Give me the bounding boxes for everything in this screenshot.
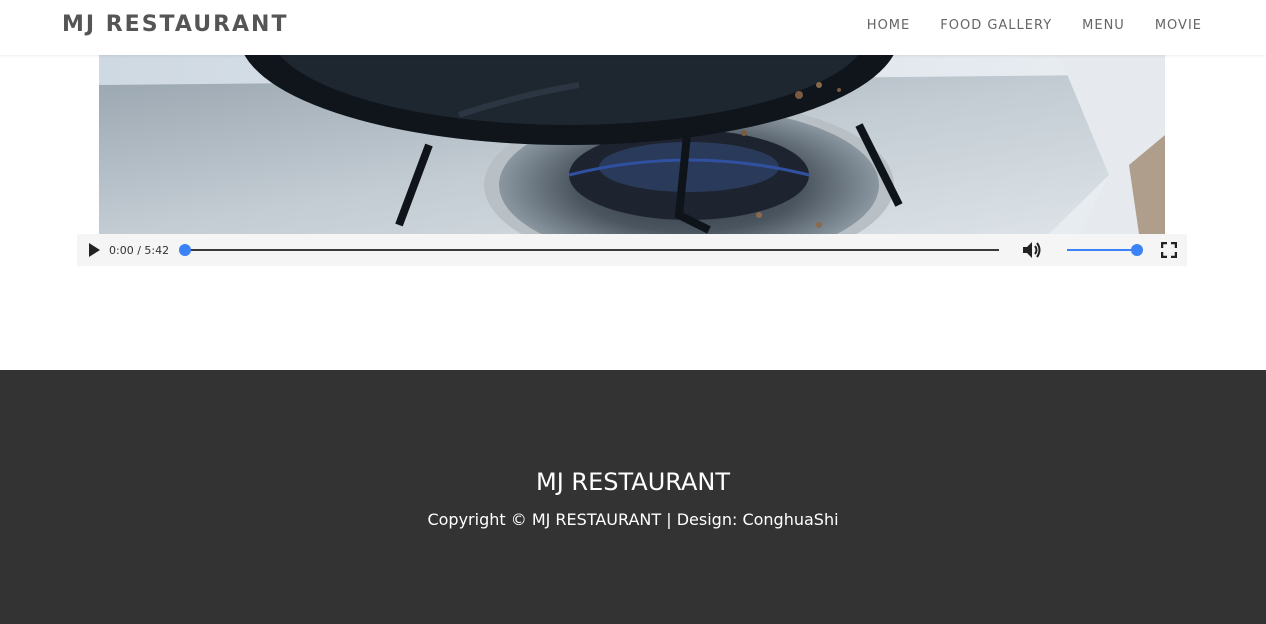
footer: MJ RESTAURANT Copyright © MJ RESTAURANT … (0, 370, 1266, 624)
video-controls: 0:00 / 5:42 (77, 234, 1187, 266)
video-player: 0:00 / 5:42 (77, 55, 1187, 266)
main-nav: HOME FOOD GALLERY MENU MOVIE (867, 18, 1202, 33)
footer-title: MJ RESTAURANT (535, 468, 730, 496)
fullscreen-button[interactable] (1161, 234, 1179, 266)
nav-food-gallery[interactable]: FOOD GALLERY (940, 18, 1052, 33)
time-display: 0:00 / 5:42 (109, 243, 170, 257)
mute-button[interactable] (1021, 234, 1043, 266)
play-button[interactable] (87, 234, 103, 266)
nav-home[interactable]: HOME (867, 18, 910, 33)
fullscreen-icon (1161, 242, 1177, 258)
progress-track (183, 249, 999, 251)
brand-logo-text[interactable]: MJ RESTAURANT (62, 12, 288, 37)
nav-movie[interactable]: MOVIE (1155, 18, 1202, 33)
video-frame[interactable] (99, 55, 1165, 234)
nav-menu[interactable]: MENU (1082, 18, 1125, 33)
volume-slider[interactable] (1067, 234, 1143, 266)
volume-icon (1023, 242, 1041, 258)
volume-track (1067, 249, 1137, 251)
video-still-image (99, 55, 1165, 234)
progress-thumb[interactable] (179, 244, 191, 256)
navbar: MJ RESTAURANT HOME FOOD GALLERY MENU MOV… (0, 0, 1266, 55)
progress-slider[interactable] (179, 234, 999, 266)
play-icon (89, 243, 100, 257)
footer-copyright: Copyright © MJ RESTAURANT | Design: Cong… (427, 510, 839, 529)
volume-thumb[interactable] (1131, 244, 1143, 256)
